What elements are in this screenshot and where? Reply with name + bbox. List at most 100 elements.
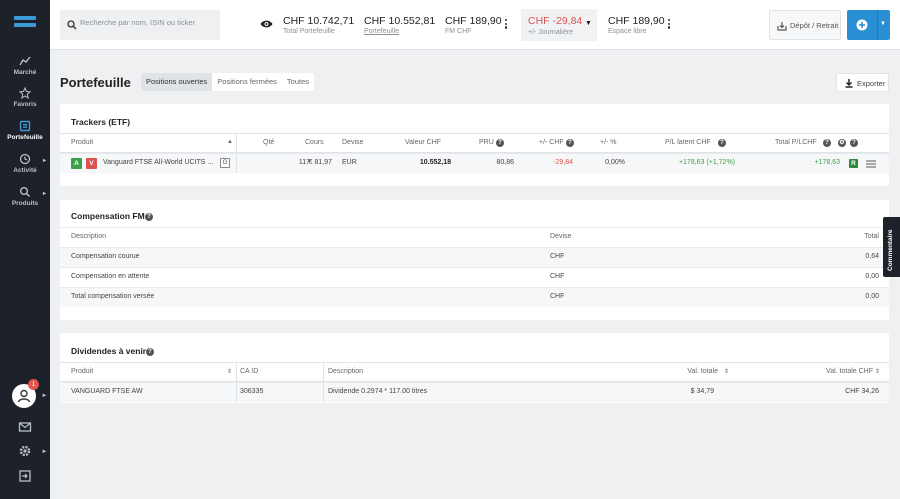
more-vertical-icon[interactable] xyxy=(504,19,508,30)
buy-button[interactable]: A xyxy=(71,158,82,169)
deposit-icon xyxy=(777,22,787,31)
ca-id: 306335 xyxy=(240,388,264,395)
new-order-button[interactable]: ▼ xyxy=(847,10,890,40)
sort-icon[interactable]: ⇕ xyxy=(227,368,232,375)
sort-icon[interactable]: ⇕ xyxy=(875,368,880,375)
search-icon xyxy=(20,187,31,198)
stat-label: FM CHF xyxy=(445,28,472,35)
page-title: Portefeuille xyxy=(60,75,131,90)
help-icon[interactable]: ? xyxy=(145,212,153,221)
star-icon xyxy=(19,87,31,99)
sort-icon[interactable]: ▲ xyxy=(227,139,233,145)
currency: CHF xyxy=(550,273,565,280)
help-icon[interactable]: ? xyxy=(823,139,831,147)
col-devise: Devise xyxy=(550,233,572,240)
search-input[interactable] xyxy=(80,18,215,27)
currency: CHF xyxy=(550,293,565,300)
logout-icon[interactable] xyxy=(18,469,32,483)
stat-label: Espace libre xyxy=(608,28,647,35)
help-icon[interactable]: ? xyxy=(566,139,574,147)
col-valeur[interactable]: Valeur CHF xyxy=(405,139,441,146)
caret-down-icon: ▼ xyxy=(585,20,592,27)
caret-down-icon[interactable]: ▼ xyxy=(880,21,886,27)
table-header: Description Devise Total xyxy=(60,227,889,247)
col-val-totale[interactable]: Val. totale xyxy=(687,368,718,375)
stat-daily-change[interactable]: CHF -29,84 +/- Journalière ▼ xyxy=(521,9,597,41)
col-total: Total xyxy=(864,233,879,240)
stat-total-portefeuille: CHF 10.742,71 Total Portefeuille xyxy=(283,15,354,35)
pru: 80,86 xyxy=(496,159,514,166)
commentaire-tab[interactable]: Commentaire xyxy=(883,217,900,277)
col-pl-pct[interactable]: +/- % xyxy=(600,139,617,146)
chart-line-icon xyxy=(19,56,31,66)
export-button[interactable]: Exporter xyxy=(836,73,889,92)
stat-value: CHF 189,90 xyxy=(445,15,502,27)
help-icon[interactable]: ? xyxy=(850,139,858,147)
col-description[interactable]: Description xyxy=(328,368,363,375)
col-produit[interactable]: Produit xyxy=(71,368,93,375)
val-totale-chf: CHF 34,26 xyxy=(845,388,879,395)
description: Compensation en attente xyxy=(71,273,150,280)
col-val-totale-chf[interactable]: Val. totale CHF xyxy=(826,368,873,375)
total: 0,64 xyxy=(865,253,879,260)
search-icon xyxy=(67,20,77,30)
value: 10.552,18 xyxy=(419,159,451,166)
logo[interactable] xyxy=(14,16,36,32)
tab-positions-ouvertes[interactable]: Positions ouvertes xyxy=(141,73,213,91)
mail-icon[interactable] xyxy=(18,420,32,434)
help-icon[interactable]: ? xyxy=(718,139,726,147)
total: 0,00 xyxy=(865,273,879,280)
col-produit[interactable]: Produit xyxy=(71,139,93,146)
col-pl-latent[interactable]: P/L latent CHF xyxy=(665,139,711,146)
col-pl-chf[interactable]: +/- CHF xyxy=(539,139,564,146)
sidebar-item-activite[interactable]: Activité ▸ xyxy=(0,153,50,174)
col-cours[interactable]: Cours xyxy=(305,139,324,146)
col-qte[interactable]: Qté xyxy=(263,139,274,146)
table-row[interactable]: A V Vanguard FTSE All-World UCITS ... G … xyxy=(60,153,889,173)
pl-latent: +178,63 (+1,72%) xyxy=(678,159,735,166)
help-icon[interactable]: ? xyxy=(146,347,154,356)
settings-icon[interactable]: ⚙ xyxy=(838,139,846,147)
sidebar-item-portefeuille[interactable]: Portefeuille xyxy=(0,120,50,141)
sidebar-item-label: Produits xyxy=(11,200,39,207)
stat-value: CHF -29,84 xyxy=(528,15,583,27)
commentaire-label: Commentaire xyxy=(887,229,894,271)
stat-label: Total Portefeuille xyxy=(283,28,335,35)
tab-toutes[interactable]: Toutes xyxy=(282,73,314,91)
product-name[interactable]: Vanguard FTSE All-World UCITS ... xyxy=(103,159,213,166)
top-bar: CHF 10.742,71 Total Portefeuille CHF 10.… xyxy=(50,0,900,50)
col-total-pl[interactable]: Total P/LCHF xyxy=(775,139,817,146)
dividends-panel: Dividendes à venir ? Produit ⇕ CA ID Des… xyxy=(60,333,889,403)
list-icon[interactable] xyxy=(866,160,876,168)
description: Compensation courue xyxy=(71,253,140,260)
sidebar-item-produits[interactable]: Produits ▸ xyxy=(0,186,50,207)
stat-label-link[interactable]: Portefeuille xyxy=(364,28,435,35)
row-action-badge[interactable]: R xyxy=(849,159,858,168)
eye-icon[interactable] xyxy=(260,19,273,29)
sell-button[interactable]: V xyxy=(86,158,97,169)
sidebar-item-label: Marché xyxy=(13,69,37,76)
col-pru[interactable]: PRU xyxy=(479,139,494,146)
sort-icon[interactable]: ⇕ xyxy=(724,368,729,375)
col-ca-id[interactable]: CA ID xyxy=(240,368,258,375)
more-vertical-icon[interactable] xyxy=(667,19,671,30)
tab-positions-fermees[interactable]: Positions fermées xyxy=(212,73,282,91)
col-description: Description xyxy=(71,233,107,240)
pl-pct: 0,00% xyxy=(605,159,625,166)
panel-title: Compensation FM xyxy=(71,211,145,221)
sidebar-item-favoris[interactable]: Favoris xyxy=(0,87,50,108)
export-label: Exporter xyxy=(857,79,886,88)
search-box[interactable] xyxy=(60,10,220,40)
stat-portefeuille[interactable]: CHF 10.552,81 Portefeuille xyxy=(364,15,435,35)
help-icon[interactable]: ? xyxy=(496,139,504,147)
table-row: Compensation courue CHF 0,64 xyxy=(60,247,889,267)
depot-retrait-button[interactable]: Dépôt / Retrait xyxy=(769,10,841,40)
product-name: VANGUARD FTSE AW xyxy=(71,388,143,395)
col-devise[interactable]: Devise xyxy=(342,139,363,146)
sidebar-item-label: Portefeuille xyxy=(7,134,43,141)
sidebar-item-marche[interactable]: Marché xyxy=(0,55,50,76)
total-pl: +178,63 xyxy=(814,159,841,166)
position-tabs: Positions ouvertes Positions fermées Tou… xyxy=(141,73,315,91)
chevron-right-icon: ▸ xyxy=(42,392,46,399)
table-header: Produit ⇕ CA ID Description Val. totale … xyxy=(60,362,889,382)
